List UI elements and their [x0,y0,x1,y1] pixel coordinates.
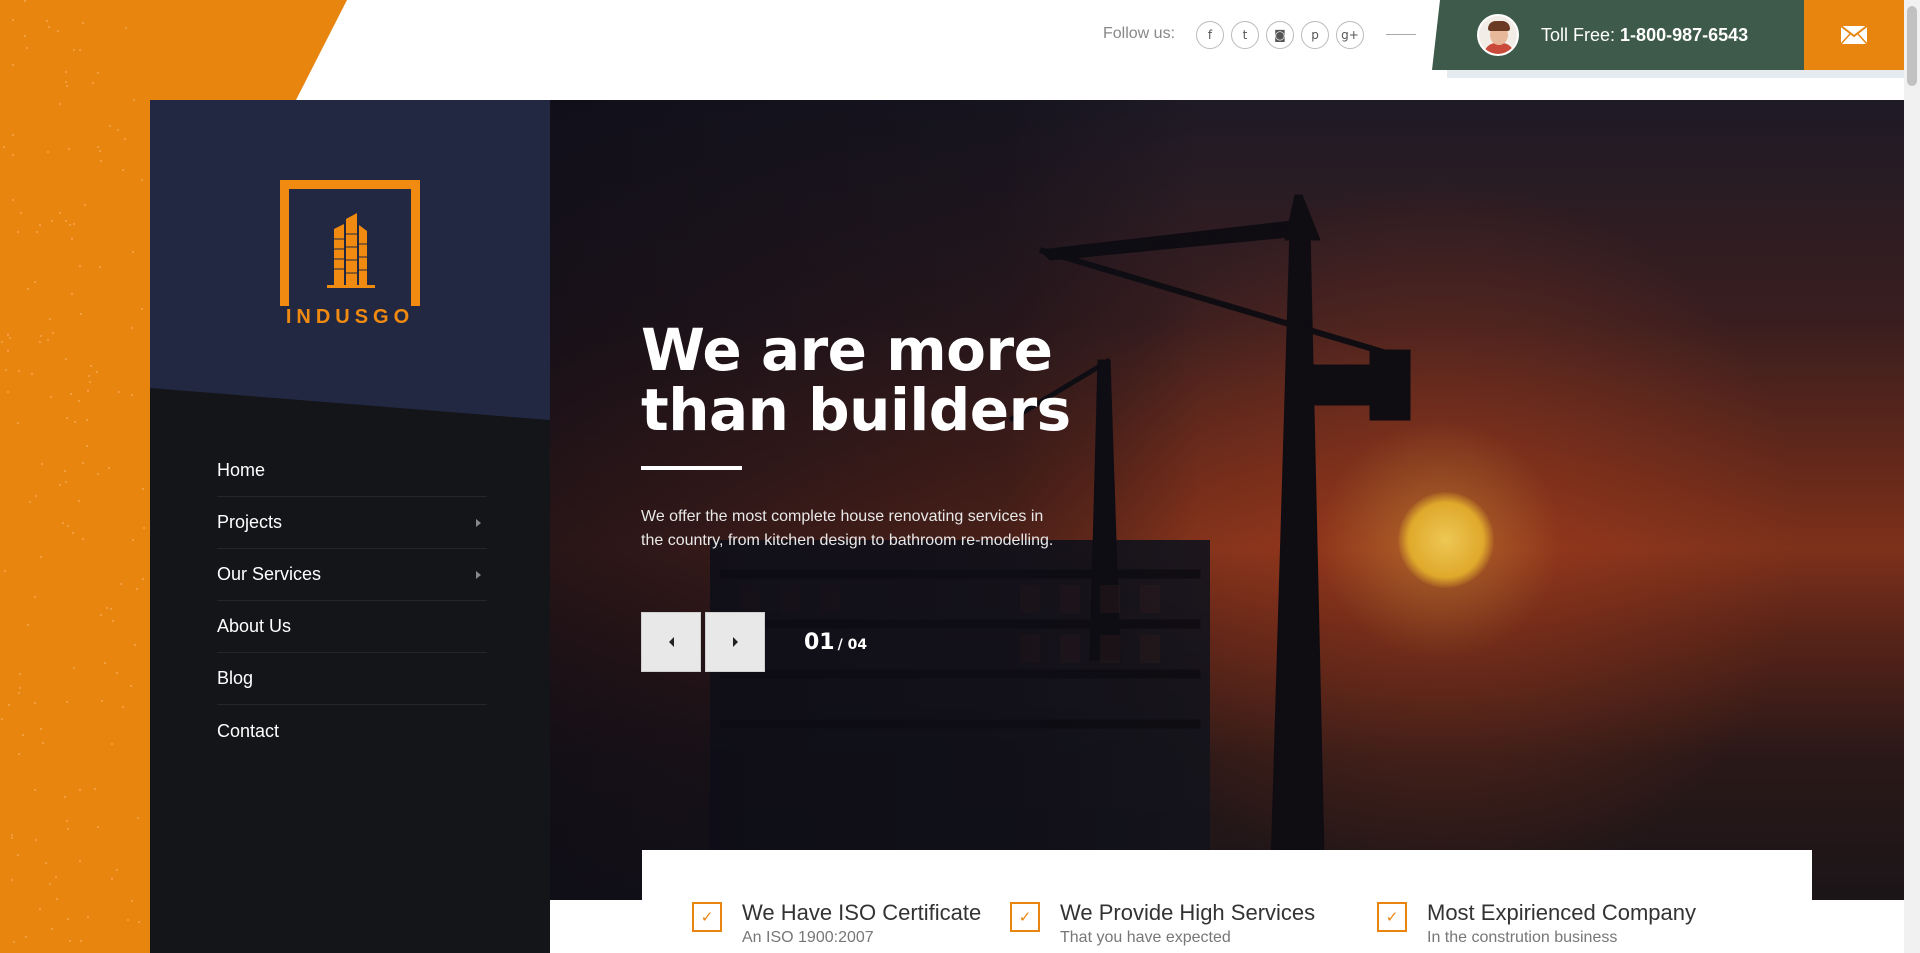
mail-button[interactable] [1804,0,1904,70]
nav-label: Blog [217,668,254,688]
toll-free-label: Toll Free: [1541,24,1616,45]
logo-text: INDUSGO [280,306,420,329]
social-links: f t ◙ p g+ [1196,21,1364,49]
nav-item-projects[interactable]: Projects [217,497,487,549]
nav-label: Projects [217,512,283,532]
caret-right-icon [476,518,481,527]
slider-prev-button[interactable] [641,612,701,672]
nav-item-contact[interactable]: Contact [217,705,487,757]
top-bar: Follow us: f t ◙ p g+ Toll Free: 1-800-9… [0,0,1920,78]
nav-item-blog[interactable]: Blog [217,653,487,705]
feature-title: We Have ISO Certificate [742,900,982,925]
logo[interactable]: INDUSGO [280,180,420,329]
main-nav: Home Projects Our Services About Us Blog… [217,445,487,757]
building-icon [327,213,375,288]
feature-item: ✓ We Provide High Services That you have… [1010,850,1377,953]
facebook-icon[interactable]: f [1196,21,1224,49]
slide-counter: 01/ 04 [804,630,867,655]
feature-title: Most Expirienced Company [1427,900,1697,925]
nav-label: Home [217,460,266,480]
checkmark-icon: ✓ [692,902,722,932]
slider-next-button[interactable] [705,612,765,672]
feature-subtitle: An ISO 1900:2007 [742,929,874,946]
hero-overlay [550,100,1200,900]
feature-subtitle: In the constrution business [1427,929,1618,946]
slide-total: / 04 [837,637,868,653]
nav-label: Contact [217,720,280,741]
envelope-icon [1840,25,1868,45]
hero-title-line2: than builders [641,376,1071,444]
arrow-left-icon [668,637,674,647]
scrollbar[interactable] [1904,0,1920,953]
support-avatar [1477,14,1519,56]
scrollbar-thumb[interactable] [1907,6,1917,86]
checkmark-icon: ✓ [1377,902,1407,932]
logo-frame [280,180,420,320]
nav-item-about-us[interactable]: About Us [217,601,487,653]
nav-label: About Us [217,616,292,636]
nav-item-home[interactable]: Home [217,445,487,497]
feature-subtitle: That you have expected [1060,929,1231,946]
toll-bar-shadow [1447,70,1905,78]
feature-item: ✓ We Have ISO Certificate An ISO 1900:20… [642,850,1010,953]
arrow-right-icon [732,637,738,647]
pinterest-icon[interactable]: p [1301,21,1329,49]
features-bar: ✓ We Have ISO Certificate An ISO 1900:20… [642,850,1812,953]
sidebar: INDUSGO Home Projects Our Services About… [150,100,550,953]
follow-us-label: Follow us: [1103,25,1176,42]
hero-slider: We are more than builders We offer the m… [550,100,1904,900]
nav-label: Our Services [217,564,322,584]
caret-right-icon [476,570,481,579]
slide-current: 01 [804,630,835,655]
checkmark-icon: ✓ [1010,902,1040,932]
hero-underline [641,466,742,470]
header-divider [1386,34,1416,35]
hero-title-line1: We are more [641,316,1053,384]
hero-title: We are more than builders [641,320,1071,440]
toll-free-text: Toll Free: 1-800-987-6543 [1541,25,1748,46]
nav-item-our-services[interactable]: Our Services [217,549,487,601]
feature-item: ✓ Most Expirienced Company In the constr… [1377,850,1777,953]
hero-description: We offer the most complete house renovat… [641,508,1054,549]
toll-free-bar[interactable]: Toll Free: 1-800-987-6543 [1432,0,1804,70]
feature-title: We Provide High Services [1060,900,1316,925]
twitter-icon[interactable]: t [1231,21,1259,49]
instagram-icon[interactable]: ◙ [1266,21,1294,49]
toll-free-number[interactable]: 1-800-987-6543 [1620,25,1748,45]
google-plus-icon[interactable]: g+ [1336,21,1364,49]
